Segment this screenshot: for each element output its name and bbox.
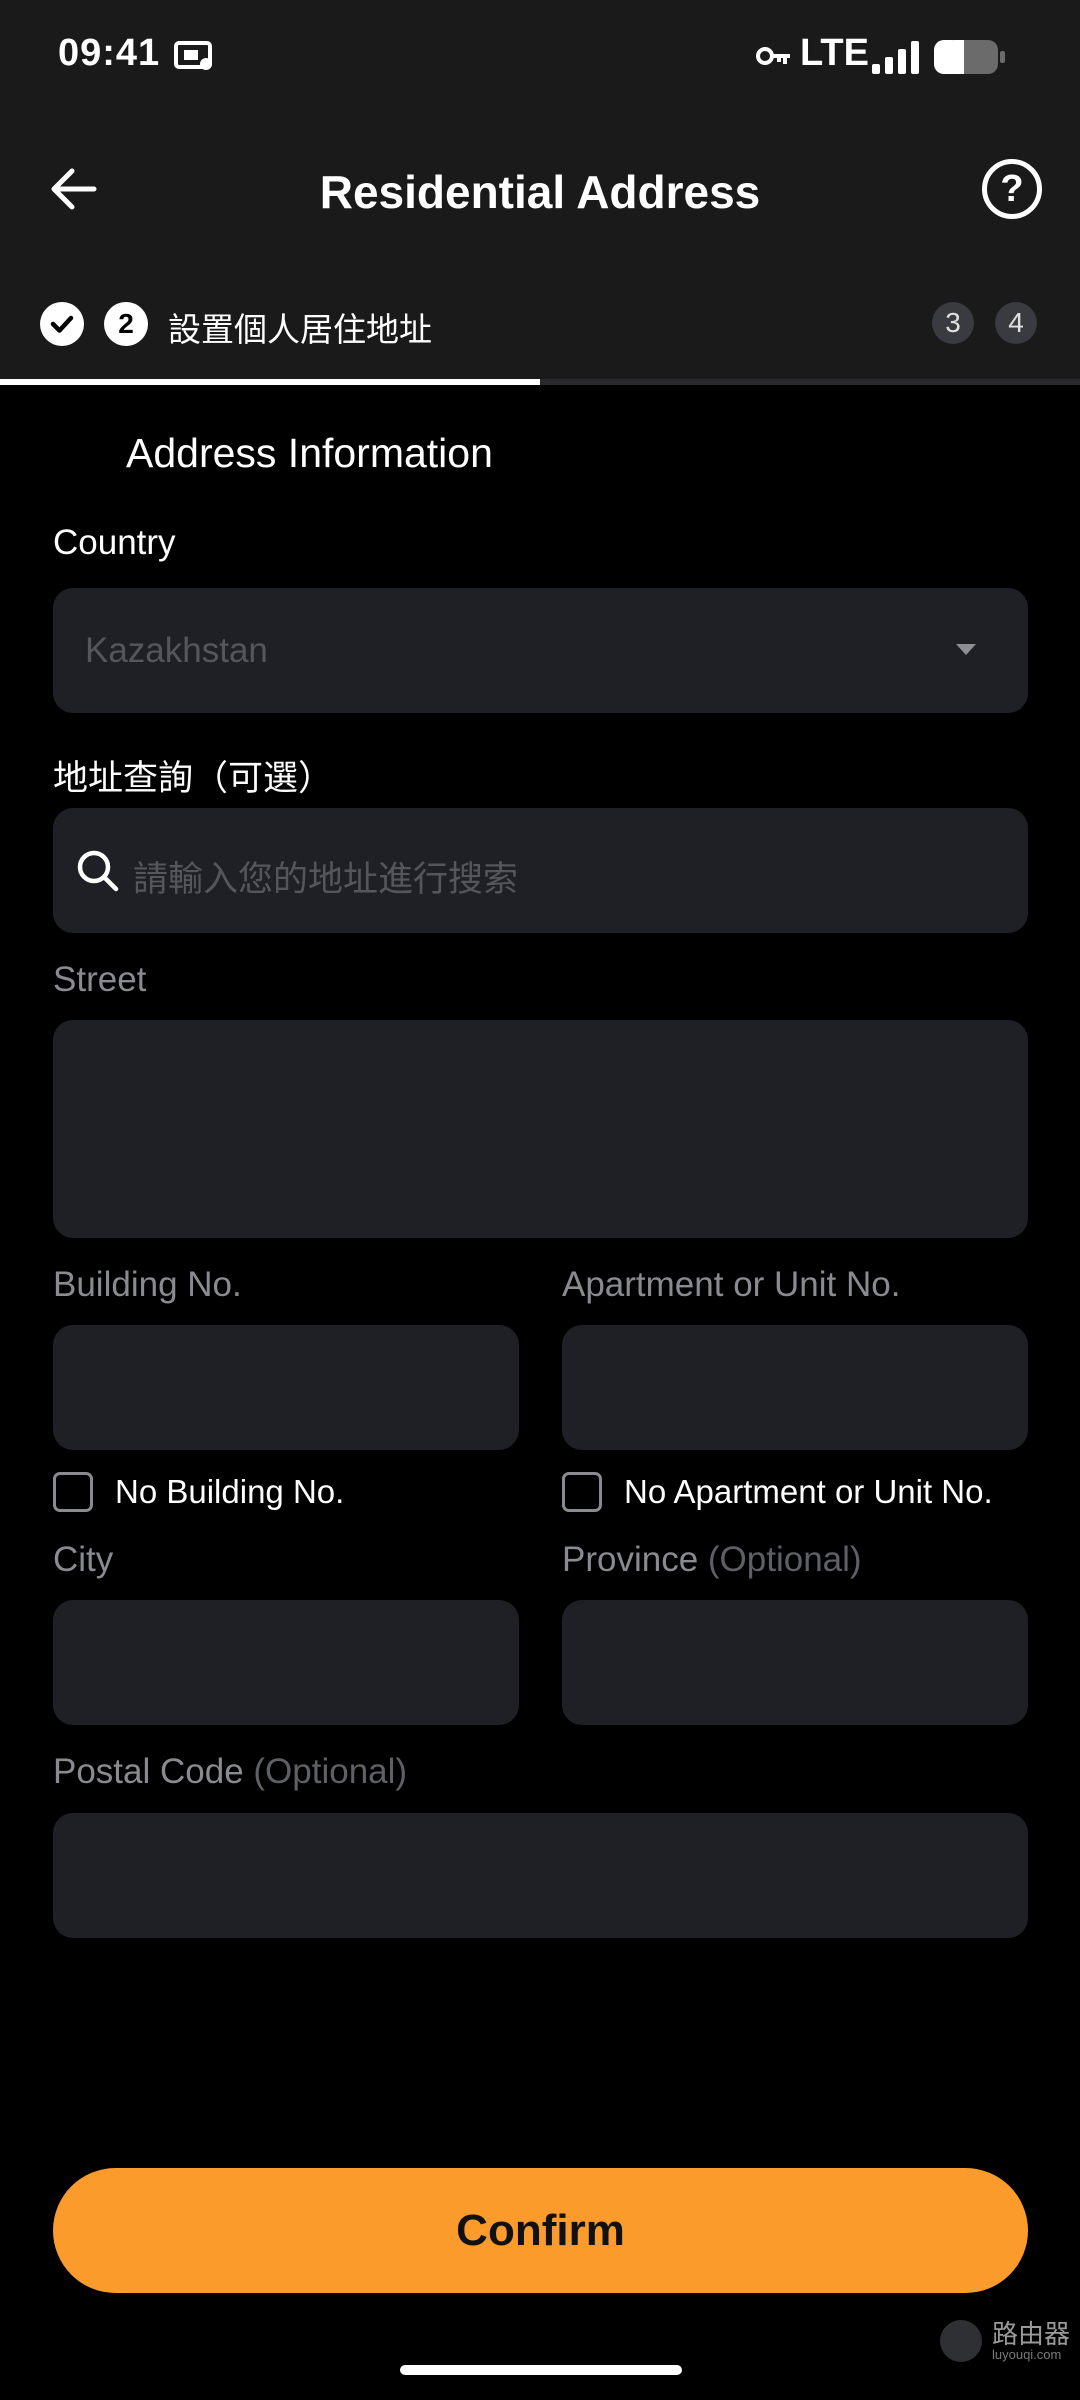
step-number-4: 4 — [995, 302, 1037, 344]
step-current-label: 設置個人居住地址 — [168, 311, 432, 348]
watermark-url: luyouqi.com — [992, 2347, 1062, 2362]
apartment-input[interactable] — [562, 1325, 1028, 1450]
apartment-label: Apartment or Unit No. — [562, 1265, 901, 1304]
building-label: Building No. — [53, 1265, 242, 1304]
country-select[interactable]: Kazakhstan — [53, 588, 1028, 713]
postal-code-label: Postal Code (Optional) — [53, 1752, 407, 1792]
watermark-logo-icon — [940, 2320, 982, 2362]
step-indicator: 2 設置個人居住地址 3 4 — [0, 265, 1080, 385]
no-apartment-checkbox[interactable] — [562, 1472, 602, 1512]
street-label: Street — [53, 960, 147, 999]
help-icon-glyph: ? — [1000, 167, 1024, 210]
signal-icon — [872, 40, 920, 79]
help-icon[interactable]: ? — [982, 159, 1042, 219]
app-header: Residential Address ? — [0, 115, 1080, 265]
no-building-checkbox-row[interactable]: No Building No. — [53, 1472, 344, 1512]
watermark-text: 路由器 — [992, 2319, 1071, 2349]
no-apartment-checkbox-row[interactable]: No Apartment or Unit No. — [562, 1472, 993, 1512]
network-type: LTE — [800, 32, 869, 74]
watermark: 路由器 luyouqi.com — [940, 2320, 1070, 2362]
address-search-placeholder: 請輸入您的地址進行搜索 — [133, 860, 519, 899]
province-label: Province (Optional) — [562, 1540, 862, 1580]
step-complete-check-icon — [40, 302, 84, 346]
no-building-checkbox[interactable] — [53, 1472, 93, 1512]
section-title: Address Information — [126, 430, 493, 476]
country-label: Country — [53, 523, 176, 562]
confirm-button[interactable]: Confirm — [53, 2168, 1028, 2293]
postal-code-input[interactable] — [53, 1813, 1028, 1938]
progress-fill — [0, 379, 540, 385]
search-icon — [75, 848, 121, 899]
address-search-label: 地址查詢（可選） — [53, 759, 334, 798]
page-title: Residential Address — [319, 166, 761, 218]
step-number-3: 3 — [932, 302, 974, 344]
no-apartment-label: No Apartment or Unit No. — [624, 1473, 993, 1510]
top-chrome: 09:41 LTE Residential Address ? 2 設置個人居住… — [0, 0, 1080, 385]
status-time: 09:41 — [58, 32, 161, 74]
battery-icon — [934, 40, 1006, 79]
postal-code-label-text: Postal Code — [53, 1752, 244, 1791]
street-input[interactable] — [53, 1020, 1028, 1238]
city-input[interactable] — [53, 1600, 519, 1725]
no-building-label: No Building No. — [115, 1473, 345, 1510]
dropdown-caret-icon — [956, 644, 976, 655]
city-label: City — [53, 1540, 114, 1579]
home-indicator[interactable] — [400, 2365, 682, 2375]
step-current-number: 2 — [104, 302, 148, 346]
progress-track — [0, 379, 1080, 385]
province-label-text: Province — [562, 1540, 699, 1579]
cast-icon — [174, 40, 214, 77]
key-icon — [756, 44, 792, 73]
country-value: Kazakhstan — [85, 631, 268, 670]
postal-code-optional-tag: (Optional) — [253, 1752, 408, 1791]
building-input[interactable] — [53, 1325, 519, 1450]
province-optional-tag: (Optional) — [707, 1540, 862, 1579]
address-search-input[interactable]: 請輸入您的地址進行搜索 — [53, 808, 1028, 933]
province-input[interactable] — [562, 1600, 1028, 1725]
status-bar: 09:41 LTE — [0, 0, 1080, 115]
